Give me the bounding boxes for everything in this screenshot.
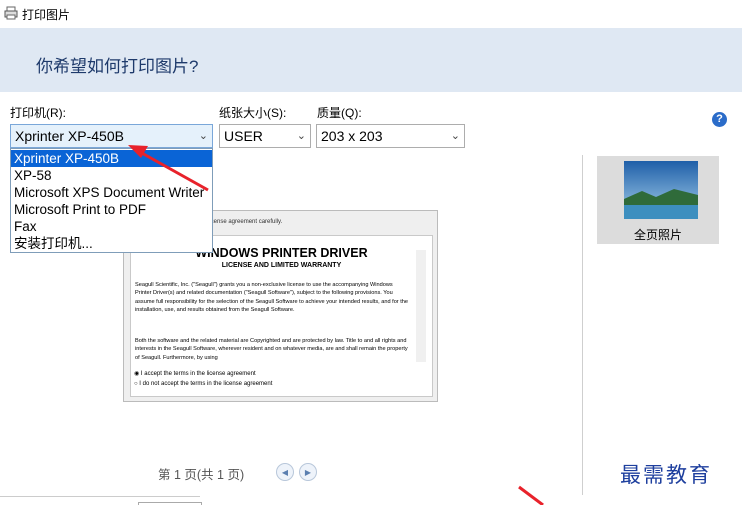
annotation-arrows [128, 145, 544, 505]
annotation-arrow [518, 485, 544, 505]
annotation-arrow [139, 150, 209, 192]
